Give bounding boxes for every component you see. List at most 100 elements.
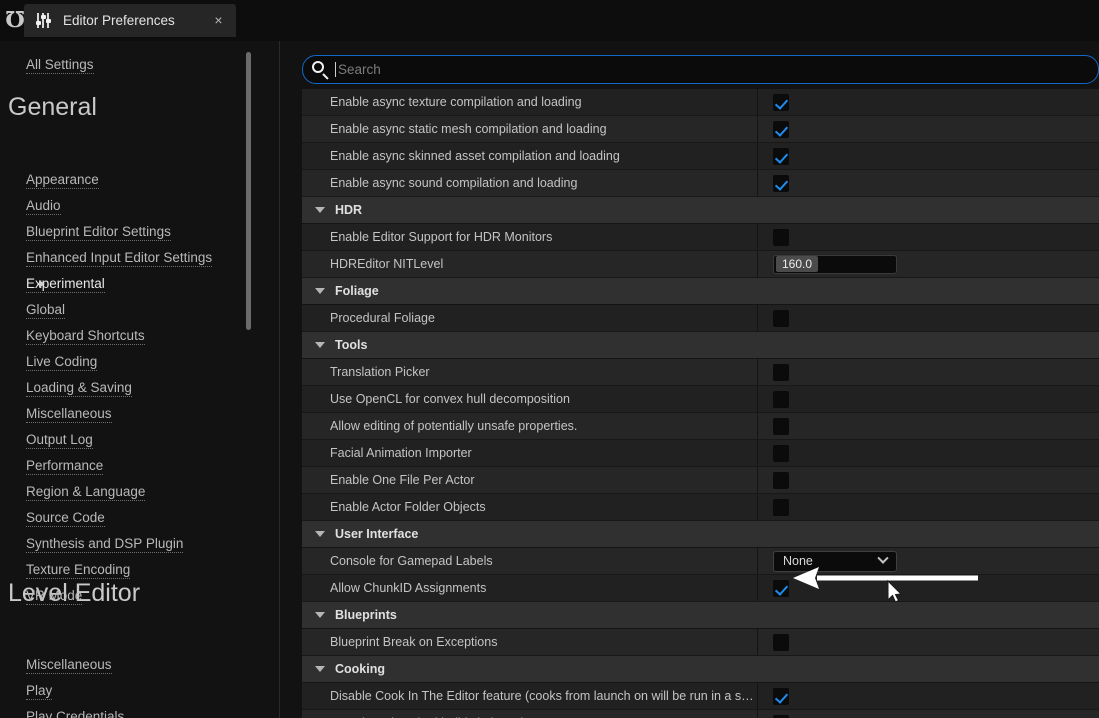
- settings-row: Allow editing of potentially unsafe prop…: [302, 413, 1099, 440]
- settings-row: Disable Cook In The Editor feature (cook…: [302, 683, 1099, 710]
- checkbox[interactable]: [773, 417, 789, 435]
- sidebar-group-title: General: [8, 93, 97, 121]
- search-bar[interactable]: [302, 55, 1099, 84]
- property-label: Enable async skinned asset compilation a…: [330, 149, 620, 163]
- checkbox[interactable]: [773, 309, 789, 327]
- section-label: User Interface: [335, 527, 419, 541]
- checkbox[interactable]: [773, 120, 789, 138]
- search-icon: [310, 59, 332, 81]
- tab-editor-preferences[interactable]: Editor Preferences ×: [24, 4, 236, 37]
- property-label: Enable async sound compilation and loadi…: [330, 176, 578, 190]
- sliders-icon: [35, 12, 52, 29]
- sidebar-item-region-language[interactable]: Region & Language: [26, 483, 146, 501]
- settings-list: Enable async texture compilation and loa…: [302, 89, 1099, 718]
- sidebar-item-play-credentials[interactable]: Play Credentials: [26, 708, 124, 718]
- settings-section-header[interactable]: HDR: [302, 197, 1099, 224]
- sidebar-item-blueprint-editor-settings[interactable]: Blueprint Editor Settings: [26, 223, 171, 241]
- dropdown-select[interactable]: None: [773, 550, 897, 572]
- property-value: [758, 170, 1099, 196]
- property-label: HDREditor NITLevel: [330, 257, 444, 271]
- sidebar-item-label: Region & Language: [26, 484, 146, 501]
- property-value: [758, 413, 1099, 439]
- settings-row: Use shared cooked builds in launch on: [302, 710, 1099, 718]
- property-label: Allow editing of potentially unsafe prop…: [330, 419, 578, 433]
- property-label: Translation Picker: [330, 365, 430, 379]
- checkbox[interactable]: [773, 633, 789, 651]
- property-label: Procedural Foliage: [330, 311, 435, 325]
- sidebar-scrollbar[interactable]: [246, 52, 251, 330]
- property-value: None: [758, 548, 1099, 574]
- settings-row: HDREditor NITLevel 160.0: [302, 251, 1099, 278]
- sidebar-item-miscellaneous[interactable]: Miscellaneous: [26, 405, 112, 423]
- sidebar-item-output-log[interactable]: Output Log: [26, 431, 93, 449]
- chevron-down-icon[interactable]: [315, 342, 325, 348]
- checkbox[interactable]: [773, 498, 789, 516]
- chevron-right-icon[interactable]: [39, 280, 45, 288]
- checkbox[interactable]: [773, 174, 789, 192]
- sidebar-item-experimental[interactable]: Experimental: [26, 275, 105, 293]
- property-value: [758, 224, 1099, 250]
- checkbox[interactable]: [773, 228, 789, 246]
- property-value: [758, 386, 1099, 412]
- sidebar-item-source-code[interactable]: Source Code: [26, 509, 105, 527]
- checkbox[interactable]: [773, 714, 789, 718]
- chevron-down-icon[interactable]: [315, 288, 325, 294]
- editor-preferences-window: ℧ Editor Preferences × All Settings Gene…: [0, 0, 1099, 718]
- property-label: Enable async static mesh compilation and…: [330, 122, 607, 136]
- property-label: Enable One File Per Actor: [330, 473, 475, 487]
- property-value: [758, 467, 1099, 493]
- number-input[interactable]: 160.0: [773, 254, 897, 274]
- sidebar-item-label: Loading & Saving: [26, 380, 132, 397]
- checkbox[interactable]: [773, 390, 789, 408]
- property-value: [758, 440, 1099, 466]
- sidebar-item-global[interactable]: Global: [26, 301, 66, 319]
- number-value: 160.0: [776, 256, 819, 272]
- checkbox[interactable]: [773, 147, 789, 165]
- sidebar-item-miscellaneous[interactable]: Miscellaneous: [26, 656, 112, 674]
- property-label: Enable async texture compilation and loa…: [330, 95, 582, 109]
- sidebar-item-live-coding[interactable]: Live Coding: [26, 353, 98, 371]
- search-input[interactable]: [336, 56, 1098, 83]
- settings-section-header[interactable]: Blueprints: [302, 602, 1099, 629]
- settings-section-header[interactable]: Cooking: [302, 656, 1099, 683]
- property-value: [758, 494, 1099, 520]
- sidebar-item-enhanced-input-editor-settings[interactable]: Enhanced Input Editor Settings: [26, 249, 213, 267]
- sidebar-item-play[interactable]: Play: [26, 682, 53, 700]
- sidebar-item-appearance[interactable]: Appearance: [26, 171, 99, 189]
- settings-section-header[interactable]: Foliage: [302, 278, 1099, 305]
- sidebar-item-texture-encoding[interactable]: Texture Encoding: [26, 561, 131, 579]
- settings-row: Enable async static mesh compilation and…: [302, 116, 1099, 143]
- chevron-down-icon[interactable]: [877, 552, 889, 564]
- checkbox[interactable]: [773, 687, 789, 705]
- sidebar-item-all-settings[interactable]: All Settings: [26, 56, 94, 74]
- sidebar-item-audio[interactable]: Audio: [26, 197, 61, 215]
- checkbox[interactable]: [773, 93, 789, 111]
- chevron-down-icon[interactable]: [315, 531, 325, 537]
- chevron-down-icon[interactable]: [315, 666, 325, 672]
- sidebar-item-label: Source Code: [26, 510, 105, 527]
- settings-row: Enable async sound compilation and loadi…: [302, 170, 1099, 197]
- property-value: [758, 116, 1099, 142]
- settings-row: Enable async skinned asset compilation a…: [302, 143, 1099, 170]
- sidebar-item-performance[interactable]: Performance: [26, 457, 104, 475]
- property-value: [758, 629, 1099, 655]
- checkbox-highlighted[interactable]: [773, 579, 789, 597]
- sidebar-item-label: Keyboard Shortcuts: [26, 328, 145, 345]
- tab-title: Editor Preferences: [63, 13, 175, 28]
- sidebar-item-keyboard-shortcuts[interactable]: Keyboard Shortcuts: [26, 327, 145, 345]
- sidebar-item-label: Play: [26, 683, 53, 700]
- chevron-down-icon[interactable]: [315, 612, 325, 618]
- settings-row: Enable Editor Support for HDR Monitors: [302, 224, 1099, 251]
- settings-section-header[interactable]: User Interface: [302, 521, 1099, 548]
- checkbox[interactable]: [773, 444, 789, 462]
- sidebar-item-vr-mode[interactable]: VR Mode: [26, 587, 83, 605]
- sidebar-item-synthesis-and-dsp-plugin[interactable]: Synthesis and DSP Plugin: [26, 535, 184, 553]
- chevron-down-icon[interactable]: [315, 207, 325, 213]
- property-value: [758, 683, 1099, 709]
- settings-section-header[interactable]: Tools: [302, 332, 1099, 359]
- checkbox[interactable]: [773, 471, 789, 489]
- close-icon[interactable]: ×: [211, 13, 226, 28]
- sidebar-item-loading-saving[interactable]: Loading & Saving: [26, 379, 132, 397]
- checkbox[interactable]: [773, 363, 789, 381]
- settings-row: Facial Animation Importer: [302, 440, 1099, 467]
